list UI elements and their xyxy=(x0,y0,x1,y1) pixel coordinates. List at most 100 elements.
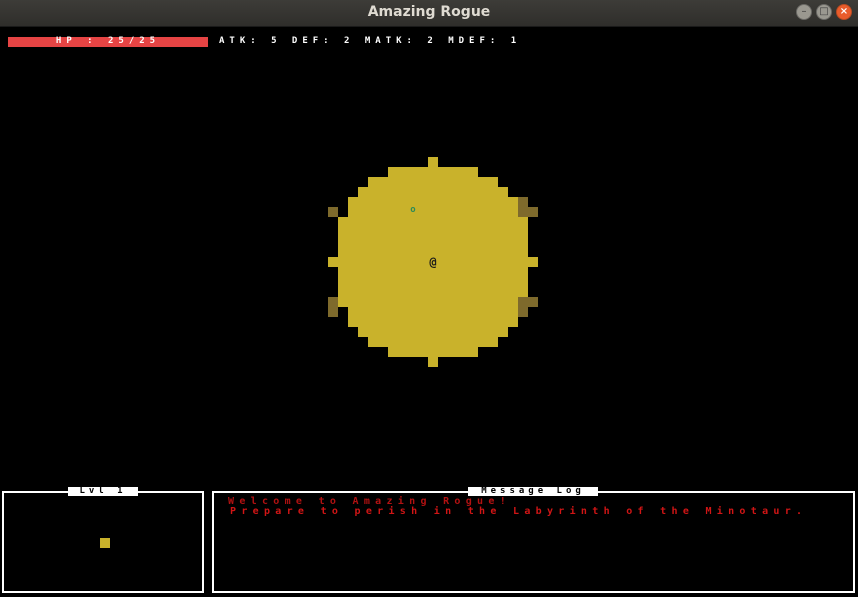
floor-tile xyxy=(408,337,418,347)
floor-tile xyxy=(418,177,428,187)
floor-tile xyxy=(408,317,418,327)
floor-tile xyxy=(478,217,488,227)
floor-tile xyxy=(348,277,358,287)
floor-tile xyxy=(468,317,478,327)
floor-tile xyxy=(458,207,468,217)
floor-tile xyxy=(398,287,408,297)
floor-tile xyxy=(528,257,538,267)
floor-tile xyxy=(468,207,478,217)
floor-tile xyxy=(488,327,498,337)
floor-tile xyxy=(418,297,428,307)
floor-tile xyxy=(508,287,518,297)
floor-tile xyxy=(398,307,408,317)
floor-tile xyxy=(398,177,408,187)
floor-tile xyxy=(358,227,368,237)
floor-tile xyxy=(468,347,478,357)
floor-tile xyxy=(438,297,448,307)
floor-tile xyxy=(358,317,368,327)
floor-tile xyxy=(448,227,458,237)
floor-tile xyxy=(448,307,458,317)
floor-tile xyxy=(398,297,408,307)
floor-tile xyxy=(428,237,438,247)
floor-tile xyxy=(478,307,488,317)
floor-tile xyxy=(468,327,478,337)
floor-tile xyxy=(448,167,458,177)
floor-tile xyxy=(458,327,468,337)
floor-tile xyxy=(438,317,448,327)
floor-tile xyxy=(498,197,508,207)
floor-tile xyxy=(498,247,508,257)
floor-tile xyxy=(388,217,398,227)
floor-tile xyxy=(438,347,448,357)
floor-tile xyxy=(478,247,488,257)
floor-tile xyxy=(468,337,478,347)
floor-tile xyxy=(448,317,458,327)
floor-tile xyxy=(458,347,468,357)
wall-tile xyxy=(528,297,538,307)
floor-tile xyxy=(418,187,428,197)
floor-tile xyxy=(428,337,438,347)
floor-tile xyxy=(348,287,358,297)
floor-tile xyxy=(398,227,408,237)
floor-tile xyxy=(398,327,408,337)
floor-tile xyxy=(358,217,368,227)
player-glyph: @ xyxy=(429,255,437,269)
floor-tile xyxy=(488,217,498,227)
floor-tile xyxy=(518,267,528,277)
floor-tile xyxy=(458,197,468,207)
floor-tile xyxy=(448,237,458,247)
floor-tile xyxy=(478,227,488,237)
floor-tile xyxy=(368,197,378,207)
floor-tile xyxy=(458,287,468,297)
floor-tile xyxy=(468,307,478,317)
floor-tile xyxy=(448,217,458,227)
floor-tile xyxy=(408,307,418,317)
floor-tile xyxy=(398,187,408,197)
floor-tile xyxy=(488,197,498,207)
floor-tile xyxy=(448,207,458,217)
floor-tile xyxy=(398,317,408,327)
floor-tile xyxy=(378,267,388,277)
floor-tile xyxy=(368,247,378,257)
floor-tile xyxy=(338,257,348,267)
floor-tile xyxy=(498,187,508,197)
floor-tile xyxy=(448,197,458,207)
floor-tile xyxy=(388,167,398,177)
floor-tile xyxy=(518,237,528,247)
floor-tile xyxy=(508,207,518,217)
floor-tile xyxy=(478,317,488,327)
floor-tile xyxy=(458,247,468,257)
floor-tile xyxy=(458,257,468,267)
floor-tile xyxy=(388,187,398,197)
floor-tile xyxy=(428,317,438,327)
minimap-room xyxy=(100,538,110,548)
floor-tile xyxy=(478,287,488,297)
floor-tile xyxy=(418,167,428,177)
floor-tile xyxy=(358,207,368,217)
floor-tile xyxy=(418,277,428,287)
floor-tile xyxy=(458,337,468,347)
floor-tile xyxy=(428,347,438,357)
floor-tile xyxy=(468,197,478,207)
floor-tile xyxy=(388,347,398,357)
floor-tile xyxy=(368,257,378,267)
floor-tile xyxy=(348,197,358,207)
floor-tile xyxy=(488,287,498,297)
floor-tile xyxy=(348,207,358,217)
floor-tile xyxy=(368,317,378,327)
floor-tile xyxy=(438,187,448,197)
floor-tile xyxy=(338,287,348,297)
floor-tile xyxy=(518,257,528,267)
floor-tile xyxy=(388,287,398,297)
floor-tile xyxy=(378,277,388,287)
floor-tile xyxy=(388,207,398,217)
floor-tile xyxy=(348,307,358,317)
floor-tile xyxy=(428,227,438,237)
floor-tile xyxy=(428,287,438,297)
floor-tile xyxy=(428,157,438,167)
floor-tile xyxy=(498,207,508,217)
floor-tile xyxy=(518,247,528,257)
floor-tile xyxy=(428,207,438,217)
floor-tile xyxy=(368,307,378,317)
floor-tile xyxy=(448,297,458,307)
